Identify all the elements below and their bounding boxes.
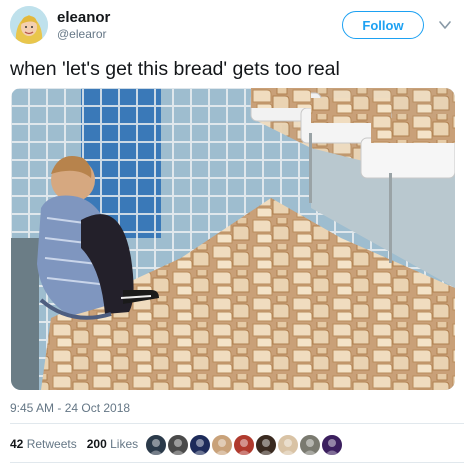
liker-avatar[interactable] <box>166 433 190 457</box>
chevron-down-icon[interactable] <box>438 18 452 32</box>
user-handle[interactable]: @elearor <box>57 27 107 41</box>
bread-photo-image <box>11 88 455 390</box>
avatar[interactable] <box>10 6 48 44</box>
tweet-text: when 'let's get this bread' gets too rea… <box>10 58 340 80</box>
liker-avatar[interactable] <box>232 433 256 457</box>
liker-avatar[interactable] <box>298 433 322 457</box>
tweet-photo[interactable] <box>11 88 455 390</box>
likes-stat[interactable]: 200 Likes <box>87 437 138 451</box>
liker-avatar[interactable] <box>320 433 344 457</box>
divider <box>10 423 464 424</box>
retweets-count: 42 <box>10 437 24 451</box>
retweets-label: Retweets <box>26 437 77 451</box>
follow-button-label: Follow <box>362 17 404 33</box>
liker-avatar[interactable] <box>254 433 278 457</box>
likes-count: 200 <box>86 437 107 451</box>
liker-avatar[interactable] <box>210 433 234 457</box>
liker-avatar[interactable] <box>276 433 300 457</box>
liker-avatars <box>144 433 344 457</box>
display-name[interactable]: eleanor <box>57 9 110 26</box>
divider <box>10 462 464 463</box>
retweets-stat[interactable]: 42 Retweets <box>10 437 77 451</box>
engagement-stats: 42 Retweets 200 Likes <box>10 437 138 451</box>
liker-avatar[interactable] <box>144 433 168 457</box>
likes-label: Likes <box>110 437 139 451</box>
avatar-image <box>10 6 48 44</box>
liker-avatar[interactable] <box>188 433 212 457</box>
follow-button[interactable]: Follow <box>342 11 424 39</box>
tweet-timestamp[interactable]: 9:45 AM - 24 Oct 2018 <box>10 401 130 415</box>
